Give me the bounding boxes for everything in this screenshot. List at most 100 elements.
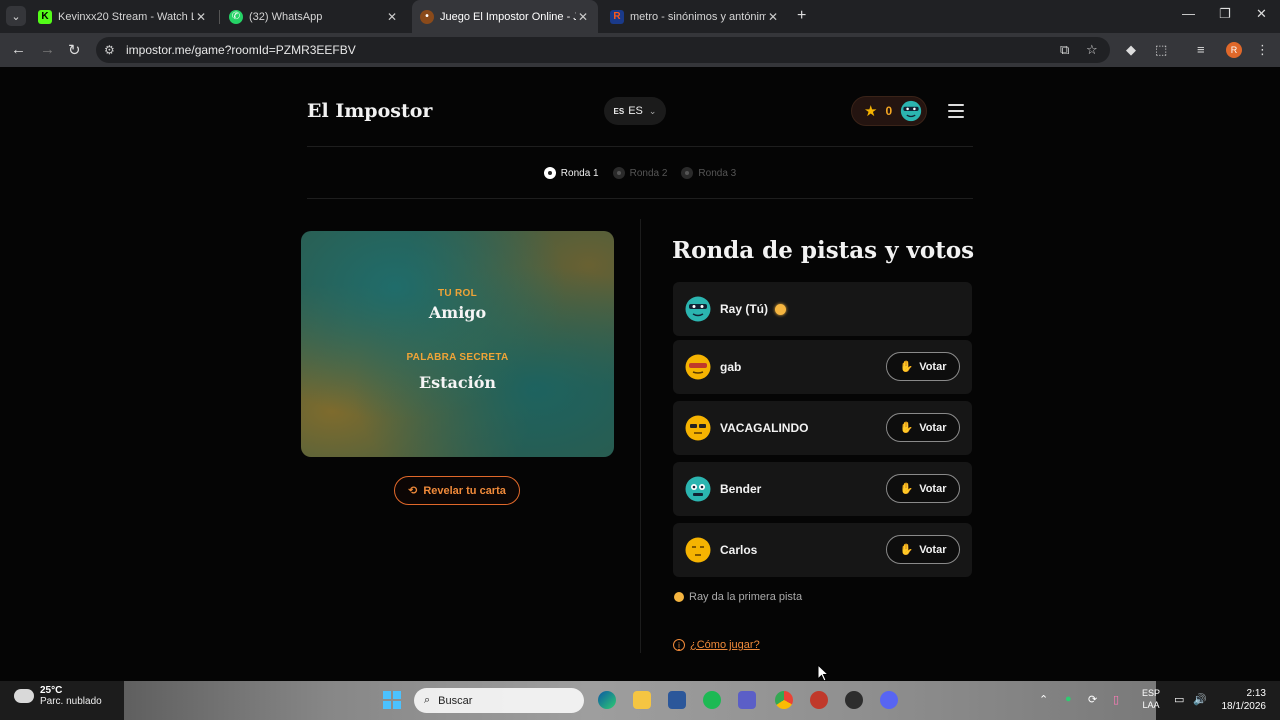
address-bar[interactable]: ⚙ impostor.me/game?roomId=PZMR3EEFBV — [96, 37, 1110, 63]
partly-cloudy-icon — [11, 685, 34, 703]
more-menu-icon[interactable]: ⋮ — [1256, 42, 1269, 58]
secret-word-label: PALABRA SECRETA — [406, 352, 509, 363]
install-app-icon[interactable]: ⧉ — [1060, 42, 1069, 58]
extensions-icon[interactable]: ⬚ — [1155, 42, 1167, 58]
search-icon: ⌕ — [424, 694, 431, 706]
word-icon[interactable] — [668, 691, 686, 709]
restore-icon[interactable]: ❐ — [1219, 6, 1231, 22]
section-title: Ronda de pistas y votos — [672, 237, 975, 264]
language-selector[interactable]: ES ES ⌄ — [604, 97, 666, 125]
tab-search-menu-button[interactable]: ⌄ — [6, 6, 26, 26]
windows-taskbar: 25°C Parc. nublado ⌕ Buscar ⌃ ● ⟳ ▯ ESP … — [0, 681, 1280, 720]
tab-title: (32) WhatsApp — [249, 10, 323, 23]
round-dot-icon — [612, 167, 625, 179]
new-tab-plus-icon[interactable]: + — [797, 7, 806, 25]
steam-icon[interactable] — [845, 691, 863, 709]
player-row: gab ✋ Votar — [673, 340, 972, 394]
tab-whatsapp[interactable]: ✆ (32) WhatsApp ✕ — [221, 0, 407, 33]
hand-icon: ✋ — [899, 544, 914, 556]
score-badge[interactable]: ★ 0 — [851, 96, 927, 126]
media-control-icon[interactable]: ≡ — [1197, 42, 1205, 57]
turn-hint: Ray da la primera pista — [674, 591, 802, 603]
player-row: VACAGALINDO ✋ Votar — [673, 401, 972, 455]
round-dot-icon — [543, 167, 556, 179]
sun-icon — [674, 592, 684, 602]
bookmark-star-icon[interactable]: ☆ — [1086, 42, 1098, 58]
close-tab-icon[interactable]: ✕ — [576, 10, 590, 24]
forward-arrow-icon[interactable]: → — [40, 41, 55, 58]
brand-logo[interactable]: El Impostor — [307, 100, 432, 122]
network-icon[interactable]: ▭ — [1174, 693, 1184, 706]
how-to-play-link[interactable]: i ¿Cómo jugar? — [673, 639, 760, 651]
round-label: Ronda 3 — [698, 167, 737, 179]
player-name: gab — [720, 360, 742, 374]
vote-button[interactable]: ✋ Votar — [886, 352, 960, 381]
round-label: Ronda 2 — [629, 167, 668, 179]
role-value: Amigo — [428, 303, 487, 322]
keyboard-language[interactable]: ESP LAA — [1140, 687, 1162, 711]
minimize-icon[interactable]: — — [1182, 6, 1195, 21]
teams-icon[interactable] — [738, 691, 756, 709]
flag-icon: ES — [613, 106, 625, 116]
info-icon: i — [673, 639, 685, 651]
player-row: Carlos ✋ Votar — [673, 523, 972, 577]
back-arrow-icon[interactable]: ← — [11, 41, 26, 58]
spotify-icon[interactable] — [703, 691, 721, 709]
vote-label: Votar — [919, 360, 947, 373]
browser-tab-bar: ⌄ K Kevinxx20 Stream - Watch Live ✕ ✆ (3… — [0, 0, 1280, 33]
whatsapp-icon: ✆ — [229, 9, 243, 24]
time: 2:13 — [1246, 688, 1266, 699]
vote-button[interactable]: ✋ Votar — [886, 535, 960, 564]
kick-icon: K — [38, 9, 52, 24]
tray-app-icon[interactable]: ● — [1065, 693, 1072, 705]
vote-button[interactable]: ✋ Votar — [886, 474, 960, 503]
close-window-icon[interactable]: ✕ — [1256, 6, 1267, 22]
system-clock[interactable]: 2:13 18/1/2026 — [1218, 687, 1267, 713]
reload-icon[interactable]: ↻ — [68, 41, 81, 59]
tab-kevinxx20[interactable]: K Kevinxx20 Stream - Watch Live ✕ — [30, 0, 216, 33]
hamburger-menu-icon[interactable] — [948, 104, 964, 122]
chrome-icon[interactable] — [775, 691, 793, 709]
weather-widget[interactable]: 25°C Parc. nublado — [11, 685, 102, 707]
site-info-icon[interactable]: ⚙ — [104, 43, 115, 57]
tab-divider — [219, 10, 220, 24]
chevron-up-icon[interactable]: ⌃ — [1039, 693, 1048, 706]
how-to-play-label[interactable]: ¿Cómo jugar? — [690, 639, 760, 651]
tab-title: Juego El Impostor Online - Juga — [440, 10, 576, 23]
close-tab-icon[interactable]: ✕ — [766, 10, 780, 24]
url-text[interactable]: impostor.me/game?roomId=PZMR3EEFBV — [126, 43, 356, 57]
tray-app-icon[interactable]: ▯ — [1113, 693, 1119, 706]
round-dot-icon — [681, 167, 694, 179]
taskbar-search[interactable]: ⌕ Buscar — [414, 688, 584, 713]
brave-icon[interactable] — [810, 691, 828, 709]
round-indicator: Ronda 1 Ronda 2 Ronda 3 — [0, 167, 1280, 179]
hand-icon: ✋ — [899, 361, 914, 373]
reveal-card-button[interactable]: ⟲ Revelar tu carta — [394, 476, 520, 505]
header-divider — [307, 146, 973, 147]
windows-start-icon[interactable] — [383, 691, 401, 709]
language-code: ES — [628, 105, 643, 117]
player-row-self: Ray (Tú) — [673, 282, 972, 336]
vote-button[interactable]: ✋ Votar — [886, 413, 960, 442]
language-bottom: LAA — [1142, 700, 1160, 710]
edge-icon[interactable] — [598, 691, 616, 709]
turn-sun-icon — [775, 303, 786, 315]
hand-icon: ✋ — [899, 422, 914, 434]
user-avatar-icon — [900, 100, 922, 122]
hand-icon: ✋ — [899, 483, 914, 495]
tab-impostor[interactable]: • Juego El Impostor Online - Juga ✕ — [412, 0, 598, 33]
tab-sinonimos[interactable]: R metro - sinónimos y antónimos ✕ — [602, 0, 788, 33]
role-card[interactable]: TU ROL Amigo PALABRA SECRETA Estación — [301, 231, 614, 457]
extension-puzzle-icon[interactable]: ◆ — [1126, 42, 1136, 58]
vote-label: Votar — [919, 543, 947, 556]
weather-description: Parc. nublado — [40, 696, 102, 707]
profile-avatar[interactable]: R — [1226, 42, 1242, 58]
sync-icon[interactable]: ⟳ — [1088, 693, 1097, 706]
impostor-favicon-icon: • — [420, 9, 434, 24]
close-tab-icon[interactable]: ✕ — [194, 10, 208, 24]
vote-label: Votar — [919, 421, 947, 434]
volume-icon[interactable]: 🔊 — [1193, 693, 1207, 706]
file-explorer-icon[interactable] — [633, 691, 651, 709]
discord-icon[interactable] — [880, 691, 898, 709]
close-tab-icon[interactable]: ✕ — [385, 10, 399, 24]
